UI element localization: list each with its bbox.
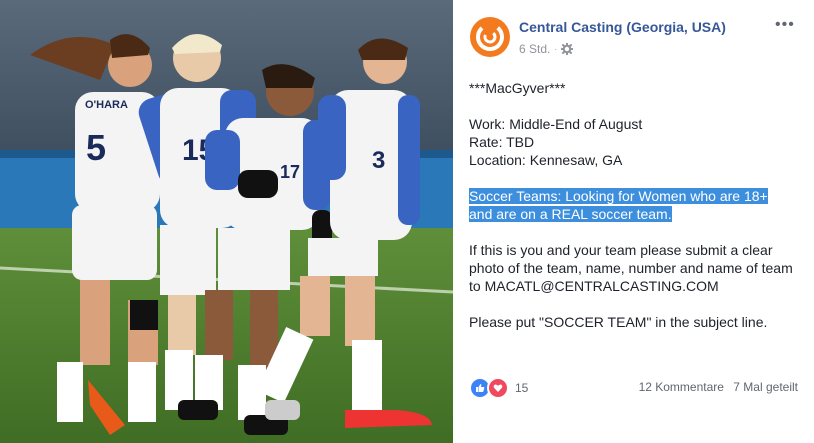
post-title: ***MacGyver***	[469, 80, 566, 96]
highlighted-line-1: Soccer Teams: Looking for Women who are …	[469, 187, 807, 205]
more-options-icon[interactable]: •••	[775, 16, 795, 34]
highlighted-text: Soccer Teams: Looking for Women who are …	[469, 188, 768, 204]
player-name-text: O'HARA	[85, 99, 128, 111]
post-photo[interactable]: O'HARA 5 15 17 3	[0, 0, 453, 443]
post-body: ***MacGyver*** Work: Middle-End of Augus…	[469, 79, 807, 331]
post-work: Work: Middle-End of August	[469, 116, 643, 132]
love-icon	[487, 377, 509, 399]
engagement-stats: 12 Kommentare 7 Mal geteilt	[639, 380, 798, 394]
post-meta: 6 Std. ·	[519, 42, 574, 56]
jersey-number: 17	[280, 162, 300, 182]
submit-line-3: to MACATL@CENTRALCASTING.COM	[469, 278, 719, 294]
comments-count-link[interactable]: 12 Kommentare	[639, 380, 724, 394]
post-timestamp[interactable]: 6 Std.	[519, 42, 550, 56]
submit-line-2: photo of the team, name, number and name…	[469, 260, 793, 276]
page-avatar[interactable]	[470, 17, 510, 57]
reaction-count: 15	[515, 381, 529, 395]
post-rate: Rate: TBD	[469, 134, 535, 150]
post-panel: Central Casting (Georgia, USA) 6 Std. · …	[453, 0, 814, 443]
shares-count-link[interactable]: 7 Mal geteilt	[733, 380, 798, 394]
reactions-summary[interactable]: 15	[469, 377, 528, 399]
gear-icon[interactable]	[561, 43, 574, 55]
submit-line-1: If this is you and your team please subm…	[469, 242, 773, 258]
highlighted-line-2: and are on a REAL soccer team.	[469, 205, 807, 223]
highlighted-text: and are on a REAL soccer team.	[469, 206, 672, 222]
post-location: Location: Kennesaw, GA	[469, 152, 623, 168]
jersey-number: 3	[372, 147, 385, 174]
dot-separator: ·	[554, 44, 558, 54]
page-name-link[interactable]: Central Casting (Georgia, USA)	[519, 19, 726, 35]
jersey-number: 5	[86, 127, 106, 168]
subject-instruction: Please put "SOCCER TEAM" in the subject …	[469, 314, 768, 330]
